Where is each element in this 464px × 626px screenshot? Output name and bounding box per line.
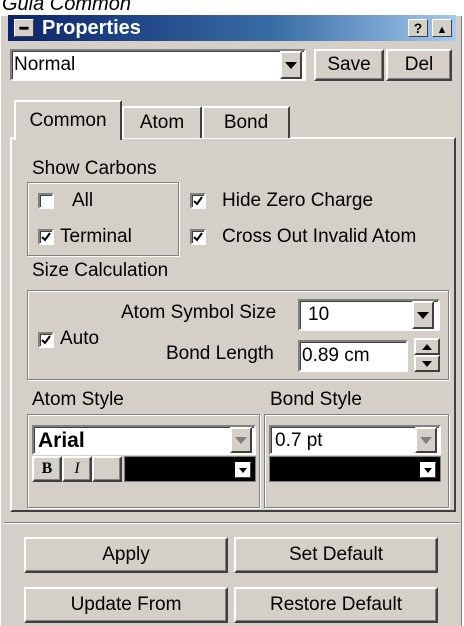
hide-zero-charge-label: Hide Zero Charge xyxy=(222,190,374,211)
bond-length-value: 0.89 cm xyxy=(302,345,370,366)
chevron-down-icon xyxy=(420,436,432,444)
bond-color-dropdown-button[interactable] xyxy=(420,462,436,478)
restore-default-button[interactable]: Restore Default xyxy=(234,587,438,623)
atom-symbol-size-dropdown-button[interactable] xyxy=(412,301,434,329)
cross-out-invalid-atom-checkbox[interactable] xyxy=(190,229,206,245)
size-calculation-label: Size Calculation xyxy=(32,260,169,281)
minus-icon: ━ xyxy=(19,20,29,36)
update-from-button-label: Update From xyxy=(70,594,182,615)
chevron-down-icon xyxy=(235,436,247,444)
check-icon xyxy=(193,196,203,206)
style-select-dropdown-button[interactable] xyxy=(280,51,302,79)
save-button-label: Save xyxy=(327,54,371,75)
del-button-label: Del xyxy=(404,54,434,75)
chevron-down-icon xyxy=(424,467,432,473)
italic-icon: I xyxy=(74,460,80,477)
chevron-down-icon xyxy=(285,61,297,69)
del-button[interactable]: Del xyxy=(386,49,452,81)
tab-atom[interactable]: Atom xyxy=(122,106,202,138)
collapse-button[interactable]: ▲ xyxy=(432,19,452,37)
check-icon xyxy=(41,335,51,345)
help-button[interactable]: ? xyxy=(408,19,428,37)
atom-font-dropdown-button[interactable] xyxy=(230,427,252,453)
atom-color-dropdown-button[interactable] xyxy=(235,462,251,478)
bond-length-input[interactable]: 0.89 cm xyxy=(298,340,408,372)
all-label: All xyxy=(72,190,94,211)
bond-length-spinner[interactable] xyxy=(412,338,440,372)
spin-up-button[interactable] xyxy=(414,338,440,355)
bond-color-swatch[interactable] xyxy=(269,456,441,482)
apply-button-label: Apply xyxy=(102,544,150,565)
style-select[interactable]: Normal xyxy=(10,49,306,81)
atom-style-blank-button[interactable] xyxy=(92,456,122,482)
bond-style-label: Bond Style xyxy=(270,389,362,410)
window-menu-button[interactable]: ━ xyxy=(14,19,34,37)
title-bar[interactable]: ━ Properties ? ▲ xyxy=(8,15,456,41)
update-from-button[interactable]: Update From xyxy=(24,587,228,623)
italic-button[interactable]: I xyxy=(62,456,92,482)
separator xyxy=(4,522,460,524)
check-icon xyxy=(193,232,203,242)
window-title: Properties xyxy=(42,17,141,39)
bond-width-value: 0.7 pt xyxy=(275,430,323,451)
cross-out-invalid-atom-label: Cross Out Invalid Atom xyxy=(222,226,417,247)
apply-button[interactable]: Apply xyxy=(24,537,228,573)
spin-down-button[interactable] xyxy=(414,355,440,372)
atom-font-value: Arial xyxy=(38,429,85,452)
all-checkbox[interactable] xyxy=(38,193,54,209)
check-icon xyxy=(41,232,51,242)
restore-default-button-label: Restore Default xyxy=(269,594,402,615)
arrow-down-icon xyxy=(422,360,432,367)
atom-symbol-size-value: 10 xyxy=(308,304,330,325)
chevron-down-icon xyxy=(417,311,429,319)
tab-common-label: Common xyxy=(29,110,107,131)
chevron-down-icon xyxy=(239,467,247,473)
auto-label: Auto xyxy=(60,328,100,349)
hide-zero-charge-checkbox[interactable] xyxy=(190,193,206,209)
tab-common[interactable]: Common xyxy=(14,100,122,140)
tab-bond[interactable]: Bond xyxy=(202,106,290,138)
show-carbons-label: Show Carbons xyxy=(32,158,157,179)
collapse-icon: ▲ xyxy=(436,24,448,36)
atom-symbol-size-label: Atom Symbol Size xyxy=(121,302,277,323)
terminal-label: Terminal xyxy=(60,226,132,247)
tab-atom-label: Atom xyxy=(139,112,185,133)
tab-bond-label: Bond xyxy=(223,112,269,133)
bond-width-dropdown-button[interactable] xyxy=(415,427,437,453)
atom-font-select[interactable]: Arial xyxy=(32,425,256,455)
arrow-up-icon xyxy=(422,343,432,350)
save-button[interactable]: Save xyxy=(314,49,384,81)
atom-color-swatch[interactable] xyxy=(124,456,256,482)
bond-length-label: Bond Length xyxy=(166,343,274,364)
auto-checkbox[interactable] xyxy=(38,332,54,348)
atom-style-label: Atom Style xyxy=(32,389,124,410)
terminal-checkbox[interactable] xyxy=(38,229,54,245)
set-default-button[interactable]: Set Default xyxy=(234,537,438,573)
bold-icon: B xyxy=(41,460,53,477)
style-select-value: Normal xyxy=(14,54,76,75)
bold-button[interactable]: B xyxy=(32,456,62,482)
help-icon: ? xyxy=(413,20,423,36)
set-default-button-label: Set Default xyxy=(289,544,383,565)
caption-text: Gula Common xyxy=(2,0,131,15)
